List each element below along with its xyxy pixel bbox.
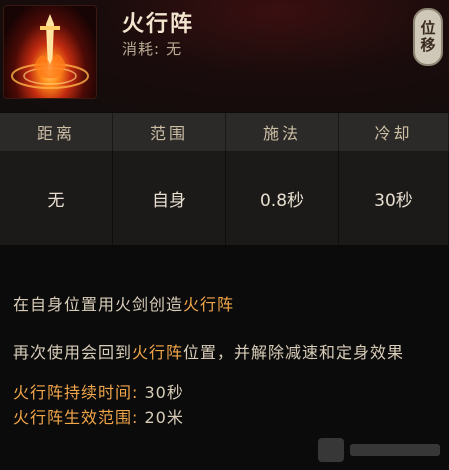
stat-label-cooldown: 冷却 (339, 113, 449, 151)
cost-value: 无 (166, 40, 183, 58)
description-line-2: 再次使用会回到火行阵位置，并解除减速和定身效果 (13, 340, 443, 365)
stat-value-cooldown: 30秒 (339, 151, 449, 245)
skill-description: 在自身位置用火剑创造火行阵 再次使用会回到火行阵位置，并解除减速和定身效果 火行… (13, 292, 443, 430)
stat-value-distance: 无 (0, 151, 113, 245)
duration-value: 30秒 (144, 383, 184, 402)
watermark (318, 434, 444, 466)
stat-value-cast: 0.8秒 (226, 151, 339, 245)
description-text: 再次使用会回到 (13, 343, 133, 362)
duration-line: 火行阵持续时间: 30秒 (13, 380, 443, 405)
range-value: 20米 (144, 408, 184, 427)
skill-cost: 消耗: 无 (122, 38, 182, 59)
fire-sword-icon (4, 6, 96, 98)
skill-stats-table: 距离 范围 施法 冷却 无 自身 0.8秒 30秒 (0, 113, 449, 245)
stat-value-range: 自身 (113, 151, 226, 245)
description-line-1: 在自身位置用火剑创造火行阵 (13, 292, 443, 317)
description-highlight: 火行阵 (132, 343, 184, 362)
description-highlight: 火行阵 (183, 295, 235, 314)
description-text: 位置，并解除减速和定身效果 (183, 343, 405, 362)
description-text: 在自身位置用火剑创造 (13, 295, 184, 314)
range-label: 火行阵生效范围: (13, 408, 139, 427)
skill-name: 火行阵 (122, 12, 195, 37)
displacement-badge[interactable]: 位移 (413, 8, 443, 66)
range-line: 火行阵生效范围: 20米 (13, 405, 443, 430)
stat-label-cast: 施法 (226, 113, 339, 151)
skill-header: 火行阵 消耗: 无 位移 (0, 0, 449, 112)
cost-label: 消耗: (122, 40, 161, 58)
duration-label: 火行阵持续时间: (13, 383, 139, 402)
stat-label-distance: 距离 (0, 113, 113, 151)
stat-label-range: 范围 (113, 113, 226, 151)
